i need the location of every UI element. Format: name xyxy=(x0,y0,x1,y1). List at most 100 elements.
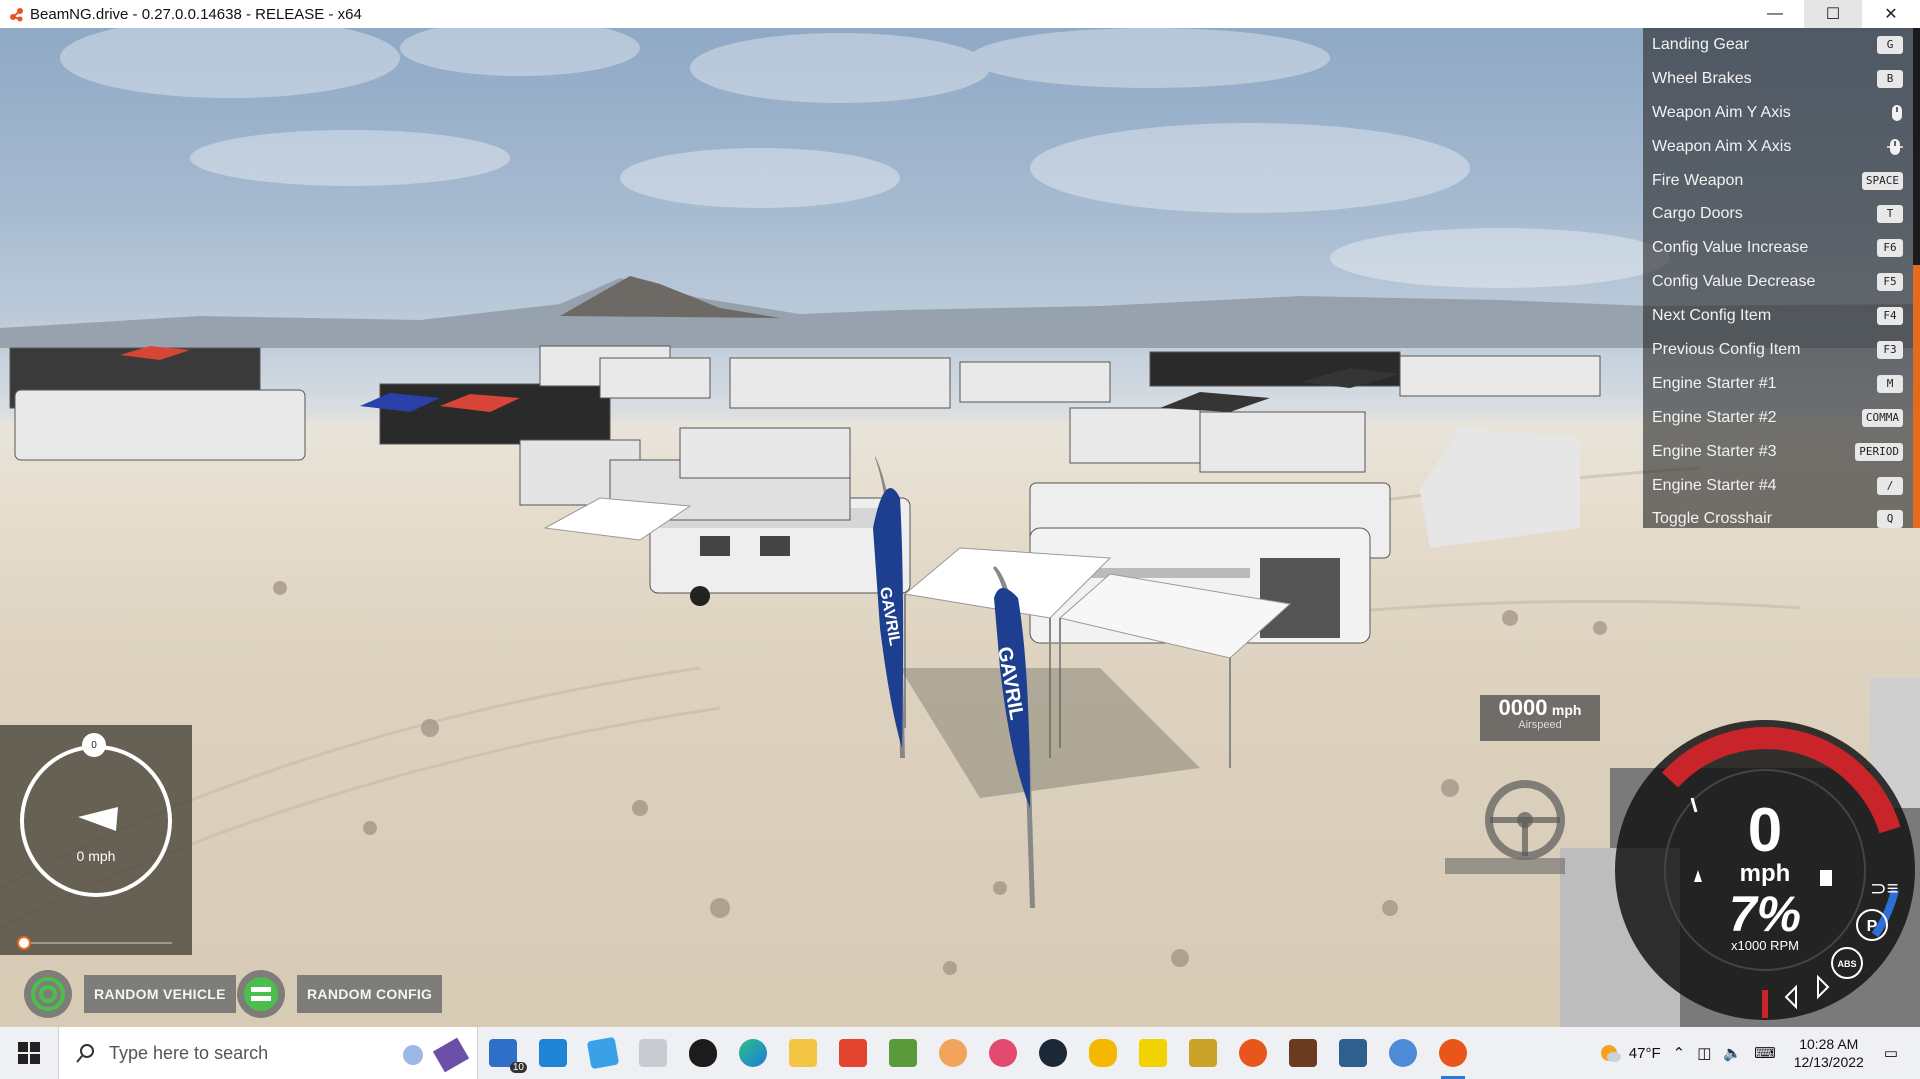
beamng-logo-icon xyxy=(10,8,23,22)
speed-unit: mph xyxy=(1739,860,1791,887)
controls-panel-scrollbar[interactable] xyxy=(1913,28,1920,528)
taskbar-file-explorer-icon[interactable] xyxy=(783,1033,823,1073)
title-bar: BeamNG.drive - 0.27.0.0.14638 - RELEASE … xyxy=(0,0,1920,29)
target-icon xyxy=(31,977,65,1011)
keyboard-key-icon: G xyxy=(1877,35,1903,54)
controls-hint-panel: Landing Gear G Wheel Brakes B Weapon Aim… xyxy=(1643,28,1913,529)
taskbar-search-box[interactable]: Type here to search xyxy=(58,1027,478,1079)
taskbar-paint-icon[interactable] xyxy=(933,1033,973,1073)
taskbar-cloud-icon[interactable] xyxy=(1083,1033,1123,1073)
control-row-previous-config-item[interactable]: Previous Config Item F3 xyxy=(1643,333,1913,367)
control-label: Landing Gear xyxy=(1652,35,1749,53)
control-label: Config Value Decrease xyxy=(1652,273,1816,291)
start-button[interactable] xyxy=(0,1027,58,1079)
clock-date: 12/13/2022 xyxy=(1793,1054,1864,1070)
control-label: Fire Weapon xyxy=(1652,171,1744,189)
taskbar-mail-icon[interactable]: 10 xyxy=(483,1033,527,1073)
keyboard-key-icon: B xyxy=(1877,69,1903,88)
taskbar-alienware-icon[interactable] xyxy=(683,1033,723,1073)
control-row-weapon-aim-y[interactable]: Weapon Aim Y Axis xyxy=(1643,96,1913,130)
control-label: Config Value Increase xyxy=(1652,239,1809,257)
minimap-speed: 0 mph xyxy=(76,848,116,864)
control-row-next-config-item[interactable]: Next Config Item F4 xyxy=(1643,299,1913,333)
control-row-config-value-decrease[interactable]: Config Value Decrease F5 xyxy=(1643,265,1913,299)
minimap-zoom-handle xyxy=(17,936,31,950)
network-icon[interactable]: ◫ xyxy=(1697,1044,1711,1062)
random-config-button[interactable]: RANDOM CONFIG xyxy=(297,975,443,1013)
search-highlight-icon xyxy=(403,1037,470,1073)
taskbar-game-yellow-icon[interactable] xyxy=(1133,1033,1173,1073)
minimize-button[interactable]: — xyxy=(1746,0,1804,28)
close-button[interactable]: ✕ xyxy=(1862,0,1920,28)
taskbar-snip-icon[interactable] xyxy=(983,1033,1023,1073)
control-row-cargo-doors[interactable]: Cargo Doors T xyxy=(1643,197,1913,231)
scrollbar-thumb[interactable] xyxy=(1913,265,1920,528)
control-row-engine-starter-4[interactable]: Engine Starter #4 / xyxy=(1643,469,1913,503)
keyboard-key-icon: M xyxy=(1877,374,1903,393)
control-label: Engine Starter #3 xyxy=(1652,442,1777,460)
taskbar-beamng-icon[interactable] xyxy=(1433,1033,1473,1079)
control-row-wheel-brakes[interactable]: Wheel Brakes B xyxy=(1643,62,1913,96)
control-row-config-value-increase[interactable]: Config Value Increase F6 xyxy=(1643,231,1913,265)
notifications-icon[interactable]: ▭ xyxy=(1884,1044,1898,1062)
control-row-landing-gear[interactable]: Landing Gear G xyxy=(1643,28,1913,62)
control-row-fire-weapon[interactable]: Fire Weapon SPACE xyxy=(1643,164,1913,198)
keyboard-key-icon: F4 xyxy=(1877,307,1903,326)
keyboard-key-icon: F3 xyxy=(1877,340,1903,359)
random-vehicle-button[interactable]: RANDOM VEHICLE xyxy=(84,975,236,1013)
taskbar-edge-icon[interactable] xyxy=(733,1033,773,1073)
taskbar-app-blue-icon[interactable] xyxy=(583,1033,623,1073)
control-label: Engine Starter #2 xyxy=(1652,408,1777,426)
taskbar-game-lantern-icon[interactable] xyxy=(1183,1033,1223,1073)
mountains xyxy=(0,278,1920,348)
keyboard-icon[interactable]: ⌨ xyxy=(1754,1044,1776,1062)
control-label: Cargo Doors xyxy=(1652,205,1743,223)
control-label: Engine Starter #1 xyxy=(1652,374,1777,392)
keyboard-key-icon: / xyxy=(1877,476,1903,495)
control-label: Wheel Brakes xyxy=(1652,69,1752,87)
system-tray: 47°F ⌃ ◫ 🔈 ⌨ 10:28 AM 12/13/2022 ▭ xyxy=(1597,1027,1920,1079)
control-label: Weapon Aim Y Axis xyxy=(1652,103,1791,121)
taskbar-photos-icon[interactable] xyxy=(533,1033,573,1073)
clouds xyxy=(60,28,1670,288)
speed-readout: 0 xyxy=(1747,796,1783,865)
control-row-toggle-crosshair[interactable]: Toggle Crosshair Q xyxy=(1643,502,1913,536)
keyboard-key-icon: F6 xyxy=(1877,239,1903,258)
taskbar-game-blue-icon[interactable] xyxy=(1333,1033,1373,1073)
taskbar-beamng-launcher-icon[interactable] xyxy=(1233,1033,1273,1073)
control-label: Next Config Item xyxy=(1652,307,1772,325)
taskbar-office-icon[interactable] xyxy=(833,1033,873,1073)
control-row-engine-starter-2[interactable]: Engine Starter #2 COMMA xyxy=(1643,401,1913,435)
control-row-weapon-aim-x[interactable]: Weapon Aim X Axis xyxy=(1643,130,1913,164)
control-label: Previous Config Item xyxy=(1652,340,1801,358)
volume-icon[interactable]: 🔈 xyxy=(1723,1044,1742,1062)
control-label: Engine Starter #4 xyxy=(1652,476,1777,494)
control-row-engine-starter-3[interactable]: Engine Starter #3 PERIOD xyxy=(1643,435,1913,469)
steering-wheel-icon xyxy=(1445,780,1565,874)
desert-bushes xyxy=(273,581,1607,975)
taskbar-game-brown-icon[interactable] xyxy=(1283,1033,1323,1073)
menu-button[interactable] xyxy=(237,970,285,1018)
target-button[interactable] xyxy=(24,970,72,1018)
minimap-north-marker: 0 xyxy=(82,733,106,757)
minimap[interactable]: 0 0 mph xyxy=(0,725,192,955)
taskbar-minecraft-icon[interactable] xyxy=(883,1033,923,1073)
windows-taskbar: Type here to search 10 47°F ⌃ ◫ 🔈 ⌨ 10:2… xyxy=(0,1027,1920,1079)
search-icon xyxy=(76,1044,94,1063)
taskbar-podcast-icon[interactable] xyxy=(1383,1033,1423,1073)
maximize-button[interactable]: ☐ xyxy=(1804,0,1862,28)
control-label: Toggle Crosshair xyxy=(1652,510,1773,528)
clock[interactable]: 10:28 AM 12/13/2022 xyxy=(1794,1035,1864,1071)
chevron-up-icon[interactable]: ⌃ xyxy=(1673,1044,1686,1062)
airspeed-unit: mph xyxy=(1551,702,1582,718)
taskbar-app-grey-icon[interactable] xyxy=(633,1033,673,1073)
taskbar-steam-icon[interactable] xyxy=(1033,1033,1073,1073)
control-row-engine-starter-1[interactable]: Engine Starter #1 M xyxy=(1643,367,1913,401)
control-label: Weapon Aim X Axis xyxy=(1652,137,1792,155)
mouse-x-axis-icon xyxy=(1887,138,1903,155)
weather-icon[interactable] xyxy=(1597,1040,1623,1066)
keyboard-key-icon: Q xyxy=(1877,510,1903,529)
weather-temperature[interactable]: 47°F xyxy=(1629,1045,1661,1062)
headlights-icon: ⊃≡ xyxy=(1870,878,1898,900)
minimap-compass xyxy=(17,745,172,950)
